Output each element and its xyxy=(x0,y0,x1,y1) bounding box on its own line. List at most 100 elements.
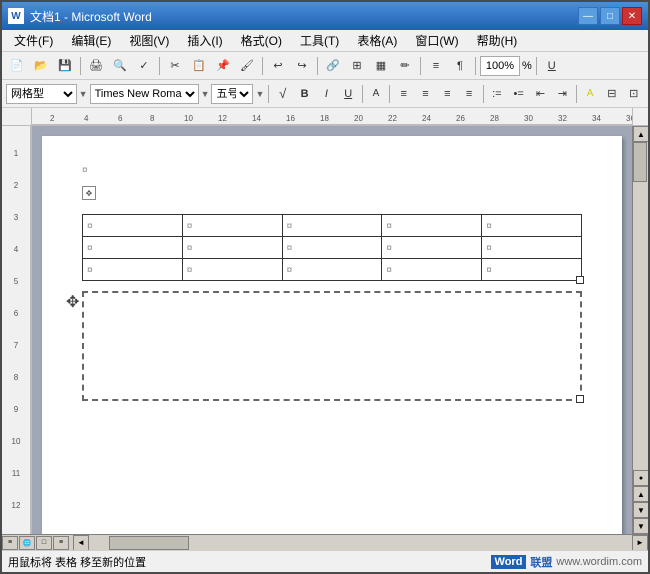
hscroll-left-button[interactable]: ◄ xyxy=(73,535,89,551)
website-label: www.wordim.com xyxy=(556,556,642,568)
table-cell[interactable]: ¤ xyxy=(482,259,582,281)
text-box[interactable] xyxy=(82,291,582,401)
svg-text:4: 4 xyxy=(14,245,19,254)
table-move-handle[interactable]: ✥ xyxy=(82,186,96,200)
bold-button[interactable]: B xyxy=(294,83,315,105)
italic-button[interactable]: I xyxy=(316,83,337,105)
svg-text:4: 4 xyxy=(84,114,89,123)
docmap-button[interactable]: ≡ xyxy=(425,55,447,77)
table-cell[interactable]: ¤ xyxy=(482,215,582,237)
menu-edit[interactable]: 编辑(E) xyxy=(63,30,119,51)
move-crosshair-icon[interactable]: ✥ xyxy=(66,292,79,312)
spell-button[interactable]: ✓ xyxy=(133,55,155,77)
outline-view-button[interactable]: ≡ xyxy=(53,536,69,550)
minimize-button[interactable]: — xyxy=(578,7,598,25)
menu-tools[interactable]: 工具(T) xyxy=(292,30,347,51)
align-left-button[interactable]: ≡ xyxy=(393,83,414,105)
table-cell[interactable]: ¤ xyxy=(382,259,482,281)
drawing-button[interactable]: ✏ xyxy=(394,55,416,77)
indent-decrease[interactable]: ⇤ xyxy=(530,83,551,105)
table-button[interactable]: ⊞ xyxy=(346,55,368,77)
app-icon: W xyxy=(8,8,24,24)
menu-table[interactable]: 表格(A) xyxy=(349,30,405,51)
svg-text:36: 36 xyxy=(626,114,632,123)
document-table[interactable]: ¤ ¤ ¤ ¤ ¤ ¤ ¤ ¤ ¤ ¤ xyxy=(82,214,582,281)
help-button[interactable]: U xyxy=(541,55,563,77)
menu-help[interactable]: 帮助(H) xyxy=(469,30,526,51)
open-button[interactable]: 📂 xyxy=(30,55,52,77)
hscroll-track[interactable] xyxy=(89,535,632,551)
prev-page-button[interactable]: ▲ xyxy=(633,486,648,502)
table-cell[interactable]: ¤ xyxy=(282,237,382,259)
menu-window[interactable]: 窗口(W) xyxy=(407,30,466,51)
page-wrapper[interactable]: ¤ ✥ ¤ ¤ ¤ ¤ ¤ ¤ xyxy=(32,126,632,534)
justify-button[interactable]: ≡ xyxy=(459,83,480,105)
table-cell[interactable]: ¤ xyxy=(382,237,482,259)
table-cell[interactable]: ¤ xyxy=(182,259,282,281)
indent-increase[interactable]: ⇥ xyxy=(552,83,573,105)
tables-borders-button[interactable]: ⊡ xyxy=(623,83,644,105)
hscroll-thumb[interactable] xyxy=(109,536,189,550)
table-cell[interactable]: ¤ xyxy=(182,215,282,237)
table-cell[interactable]: ¤ xyxy=(382,215,482,237)
textbox-resize-handle[interactable] xyxy=(576,395,584,403)
menu-file[interactable]: 文件(F) xyxy=(6,30,61,51)
scroll-down-button[interactable]: ▼ xyxy=(633,518,648,534)
print-view-button[interactable]: □ xyxy=(36,536,52,550)
format-painter[interactable]: 🖌 xyxy=(236,55,258,77)
menu-view[interactable]: 视图(V) xyxy=(121,30,177,51)
table-cell[interactable]: ¤ xyxy=(482,237,582,259)
status-bar: 用鼠标将 表格 移至新的位置 Word 联盟 www.wordim.com xyxy=(2,550,648,572)
web-view-button[interactable]: 🌐 xyxy=(19,536,35,550)
menu-format[interactable]: 格式(O) xyxy=(233,30,290,51)
save-button[interactable]: 💾 xyxy=(54,55,76,77)
close-button[interactable]: ✕ xyxy=(622,7,642,25)
svg-text:10: 10 xyxy=(184,114,193,123)
document-page[interactable]: ¤ ✥ ¤ ¤ ¤ ¤ ¤ ¤ xyxy=(42,136,622,534)
svg-text:18: 18 xyxy=(320,114,329,123)
table-cell[interactable]: ¤ xyxy=(182,237,282,259)
font-dropdown[interactable]: Times New Roma xyxy=(90,84,199,104)
next-page-button[interactable]: ▼ xyxy=(633,502,648,518)
numbering-button[interactable]: := xyxy=(486,83,507,105)
table-cell[interactable]: ¤ xyxy=(282,259,382,281)
align-right-button[interactable]: ≡ xyxy=(437,83,458,105)
table-resize-handle[interactable] xyxy=(576,276,584,284)
bullets-button[interactable]: •= xyxy=(508,83,529,105)
undo-button[interactable]: ↩ xyxy=(267,55,289,77)
table-cell[interactable]: ¤ xyxy=(83,215,183,237)
scroll-track[interactable] xyxy=(633,142,648,470)
cut-button[interactable]: ✂ xyxy=(164,55,186,77)
scroll-thumb[interactable] xyxy=(633,142,647,182)
svg-text:24: 24 xyxy=(422,114,431,123)
redo-button[interactable]: ↪ xyxy=(291,55,313,77)
size-dropdown[interactable]: 五号 xyxy=(211,84,253,104)
scroll-up-button[interactable]: ▲ xyxy=(633,126,648,142)
paste-button[interactable]: 📌 xyxy=(212,55,234,77)
select-browse-object[interactable]: ● xyxy=(633,470,648,486)
print-button[interactable]: 🖨 xyxy=(85,55,107,77)
sqrt-button[interactable]: √ xyxy=(272,83,293,105)
columns-button[interactable]: ▦ xyxy=(370,55,392,77)
normal-view-button[interactable]: ≡ xyxy=(2,536,18,550)
svg-text:7: 7 xyxy=(14,341,19,350)
showhide-button[interactable]: ¶ xyxy=(449,55,471,77)
table-cell[interactable]: ¤ xyxy=(282,215,382,237)
underline-button[interactable]: U xyxy=(338,83,359,105)
font-color-button[interactable]: A xyxy=(366,83,387,105)
table-cell[interactable]: ¤ xyxy=(83,237,183,259)
hyperlink-button[interactable]: 🔗 xyxy=(322,55,344,77)
new-button[interactable]: 📄 xyxy=(6,55,28,77)
hscroll-right-button[interactable]: ► xyxy=(632,535,648,551)
zoom-input[interactable] xyxy=(480,56,520,76)
preview-button[interactable]: 🔍 xyxy=(109,55,131,77)
outside-border-button[interactable]: ⊟ xyxy=(601,83,622,105)
copy-button[interactable]: 📋 xyxy=(188,55,210,77)
align-center-button[interactable]: ≡ xyxy=(415,83,436,105)
table-cell[interactable]: ¤ xyxy=(83,259,183,281)
highlight-button[interactable]: A xyxy=(580,83,601,105)
sep-fmt4 xyxy=(483,85,484,103)
menu-insert[interactable]: 插入(I) xyxy=(179,30,230,51)
style-dropdown[interactable]: 网格型 xyxy=(6,84,77,104)
maximize-button[interactable]: □ xyxy=(600,7,620,25)
